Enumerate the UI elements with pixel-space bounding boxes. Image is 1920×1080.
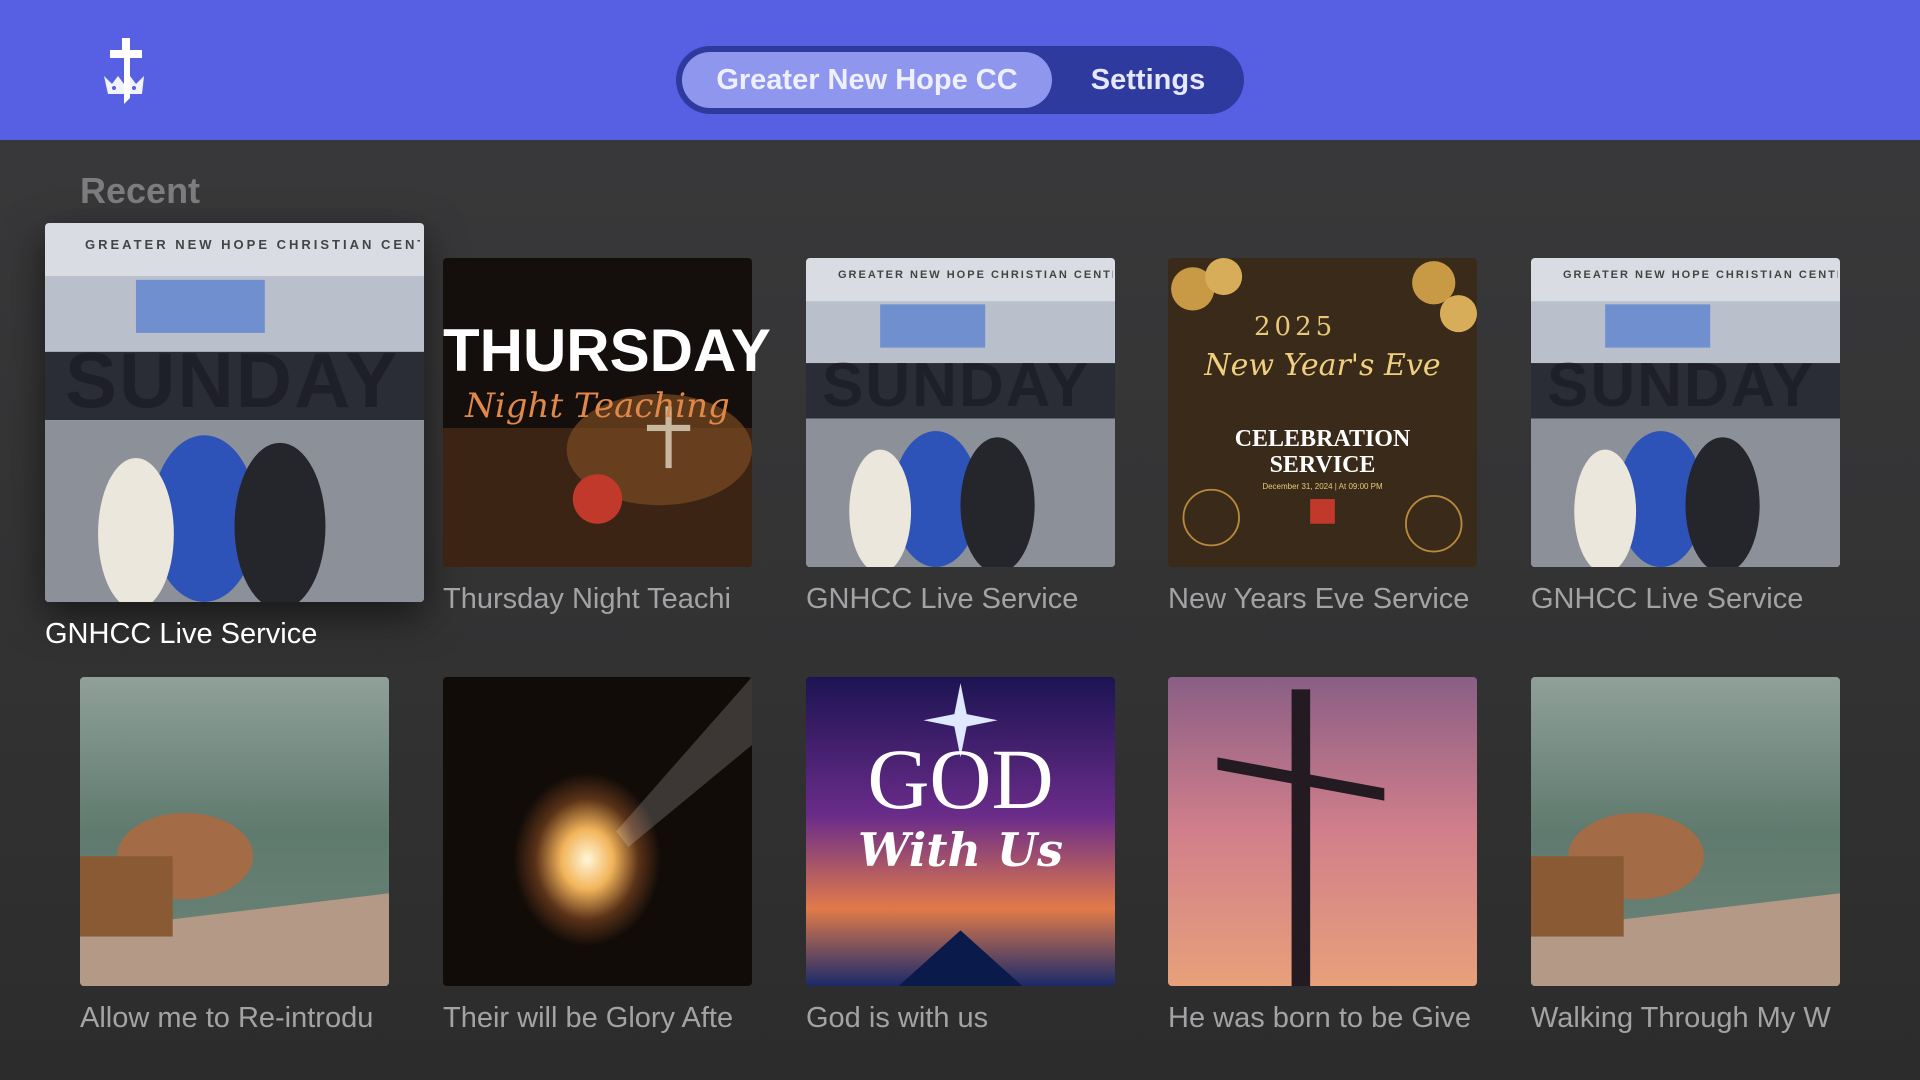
media-thumbnail <box>443 258 752 567</box>
card-title: Their will be Glory Afte <box>443 1002 734 1034</box>
top-bar: Greater New Hope CC Settings <box>0 0 1920 140</box>
card-title: GNHCC Live Service <box>45 618 318 650</box>
card-title: God is with us <box>806 1002 989 1034</box>
media-thumbnail <box>443 677 752 986</box>
card-title: Allow me to Re-introdu <box>80 1002 374 1034</box>
tab-settings[interactable]: Settings <box>1058 52 1238 108</box>
media-thumbnail <box>45 223 424 602</box>
card-title: New Years Eve Service <box>1168 583 1470 615</box>
media-thumbnail <box>806 258 1115 567</box>
church-cross-crown-icon[interactable] <box>100 36 152 106</box>
media-thumbnail <box>80 677 389 986</box>
card-title: Thursday Night Teachi <box>443 583 732 615</box>
card-title: He was born to be Give <box>1168 1002 1472 1034</box>
tab-greater-new-hope-cc[interactable]: Greater New Hope CC <box>682 52 1052 108</box>
media-thumbnail <box>1531 677 1840 986</box>
media-thumbnail <box>806 677 1115 986</box>
media-thumbnail <box>1168 258 1477 567</box>
media-thumbnail <box>1168 677 1477 986</box>
media-thumbnail <box>1531 258 1840 567</box>
tab-bar: Greater New Hope CC Settings <box>676 46 1244 114</box>
card-title: Walking Through My W <box>1531 1002 1831 1034</box>
card-title: GNHCC Live Service <box>806 583 1079 615</box>
card-title: GNHCC Live Service <box>1531 583 1804 615</box>
section-title-recent: Recent <box>80 170 201 211</box>
